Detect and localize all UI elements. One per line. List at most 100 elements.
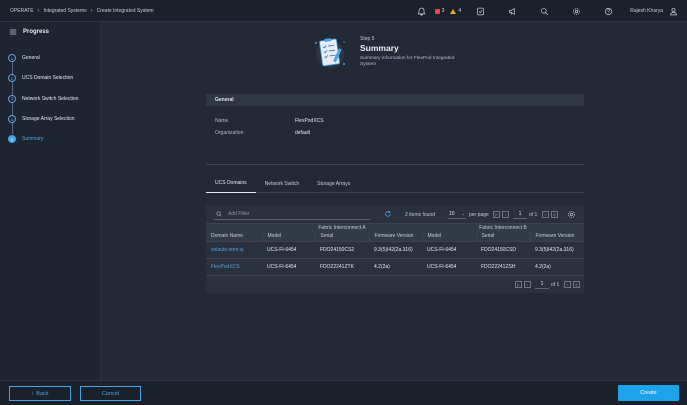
group-header-fabric-interconnect-b: Fabric Interconnect B: [422, 224, 584, 232]
back-button[interactable]: ‹ Back: [9, 386, 71, 401]
step-general[interactable]: 1 General: [0, 48, 100, 68]
alert-critical-badge[interactable]: 3: [434, 8, 444, 14]
page-number-input[interactable]: 1: [513, 210, 527, 219]
step-number: 3: [8, 94, 16, 103]
page-of-label: of 1: [551, 282, 560, 288]
next-page-button[interactable]: ›: [564, 281, 571, 288]
step-label: Storage Array Selection: [22, 116, 75, 123]
user-icon[interactable]: [667, 5, 679, 17]
column-header-domain-name[interactable]: Domain Name: [206, 224, 262, 241]
critical-alert-icon: [434, 8, 440, 14]
step-ucs-domain-selection[interactable]: 2 UCS Domain Selection: [0, 68, 100, 88]
serial-a-cell: FDO22241ZTK: [315, 257, 369, 275]
general-section-title: General: [206, 94, 584, 106]
next-page-button[interactable]: ›: [542, 211, 549, 218]
breadcrumb-create-integrated-system: Create Integrated System: [96, 7, 154, 14]
top-bar: OPERATE › Integrated Systems › Create In…: [0, 0, 687, 22]
model-a-cell: UCS-FI-6454: [262, 257, 315, 275]
search-icon[interactable]: [538, 5, 550, 17]
serial-b-cell: FDO22241ZSH: [476, 257, 530, 275]
model-a-cell: UCS-FI-6454: [262, 240, 315, 258]
chevron-right-icon: ›: [37, 7, 40, 14]
organization-value: default: [295, 130, 311, 136]
step-summary[interactable]: 5 Summary: [0, 129, 100, 149]
items-found-count: 2 items found: [405, 212, 436, 218]
column-header-firmware-a[interactable]: Firmware Version: [368, 232, 422, 241]
main-content: Step 5 Summary Summary information for F…: [101, 22, 687, 380]
user-name[interactable]: Rajesh Kharya: [630, 8, 663, 14]
step-number: 5: [8, 135, 16, 144]
name-label: Name: [215, 118, 229, 124]
progress-title: Progress: [23, 29, 50, 35]
table-toolbar: 2 items found 10 ⌄ per page |‹ ‹ 1 of 1 …: [206, 205, 584, 224]
chevron-down-icon: ⌄: [461, 211, 465, 216]
cancel-button[interactable]: Cancel: [80, 386, 141, 401]
domain-name-link[interactable]: FlexPodXCS: [206, 257, 262, 275]
general-section: General Name FlexPodXCS Organization def…: [206, 94, 584, 165]
bell-icon[interactable]: [416, 5, 428, 17]
column-header-serial-b[interactable]: Serial: [475, 232, 530, 241]
organization-label: Organization: [215, 130, 244, 136]
step-label: UCS Domain Selection: [22, 75, 74, 82]
filter-box: [214, 209, 370, 220]
step-label: General: [22, 55, 40, 62]
per-page-value: 10: [449, 211, 455, 217]
progress-sidebar: Progress 1 General 2 UCS Domain Selectio…: [0, 22, 101, 380]
column-header-serial-a[interactable]: Serial: [314, 232, 369, 241]
per-page-select[interactable]: 10 ⌄: [448, 210, 466, 219]
tab-storage-arrays[interactable]: Storage Arrays: [308, 174, 359, 193]
firmware-b-cell: 4.2(2a): [530, 257, 584, 275]
first-page-button[interactable]: |‹: [493, 211, 500, 218]
firmware-a-cell: 4.2(2a): [369, 257, 422, 275]
page-subtitle: Summary information for FlexPod Integrat…: [360, 56, 455, 67]
breadcrumb-operate[interactable]: OPERATE: [10, 8, 34, 14]
serial-a-cell: FDO24150CS2: [315, 240, 369, 258]
column-header-model-a[interactable]: Model: [261, 232, 315, 241]
step-network-switch-selection[interactable]: 3 Network Switch Selection: [0, 89, 100, 109]
breadcrumb-integrated-systems[interactable]: Integrated Systems: [44, 8, 87, 14]
tab-network-switch[interactable]: Network Switch: [256, 174, 308, 193]
wizard-footer: ‹ Back Cancel Create: [0, 380, 687, 405]
refresh-icon[interactable]: [384, 210, 392, 218]
tasks-icon[interactable]: [474, 5, 486, 17]
menu-icon[interactable]: [9, 28, 17, 36]
previous-page-button[interactable]: ‹: [502, 211, 509, 218]
step-storage-array-selection[interactable]: 4 Storage Array Selection: [0, 109, 100, 129]
model-b-cell: UCS-FI-6454: [422, 240, 476, 258]
summary-tabs: UCS Domains Network Switch Storage Array…: [206, 174, 584, 193]
chevron-right-icon: ›: [90, 7, 93, 14]
step-label: Summary: [22, 136, 44, 143]
step-label: Network Switch Selection: [22, 95, 79, 102]
create-button[interactable]: Create: [618, 385, 679, 401]
ucs-domains-table-panel: 2 items found 10 ⌄ per page |‹ ‹ 1 of 1 …: [206, 205, 584, 293]
column-header-model-b[interactable]: Model: [421, 232, 476, 241]
tab-ucs-domains[interactable]: UCS Domains: [206, 174, 256, 193]
gear-icon[interactable]: [570, 5, 582, 17]
progress-steps: 1 General 2 UCS Domain Selection 3 Netwo…: [0, 48, 100, 149]
serial-b-cell: FDO24150CSD: [476, 240, 530, 258]
page-title: Summary: [360, 43, 399, 53]
page-number-input[interactable]: 1: [535, 280, 549, 289]
announcement-icon[interactable]: [506, 5, 518, 17]
firmware-a-cell: 9.3(5)I42(2a.316): [369, 240, 422, 258]
warning-alert-icon: [450, 8, 457, 14]
last-page-button[interactable]: ›|: [573, 281, 580, 288]
table-pagination: |‹ ‹ 1 of 1 › ›|: [206, 275, 584, 292]
step-number: 1: [8, 54, 16, 63]
table-row: solauto-imm-sj UCS-FI-6454 FDO24150CS2 9…: [206, 240, 584, 258]
search-icon: [216, 211, 222, 217]
breadcrumb: OPERATE › Integrated Systems › Create In…: [0, 8, 154, 14]
group-header-fabric-interconnect-a: Fabric Interconnect A: [262, 224, 422, 232]
last-page-button[interactable]: ›|: [551, 211, 558, 218]
filter-input[interactable]: [228, 211, 358, 217]
page-of-label: of 1: [529, 212, 538, 218]
table-row: FlexPodXCS UCS-FI-6454 FDO22241ZTK 4.2(2…: [206, 257, 584, 275]
first-page-button[interactable]: |‹: [515, 281, 522, 288]
domain-name-link[interactable]: solauto-imm-sj: [206, 240, 262, 258]
column-header-firmware-b[interactable]: Firmware Version: [529, 232, 584, 241]
help-icon[interactable]: [602, 5, 614, 17]
table-settings-icon[interactable]: [567, 210, 576, 219]
previous-page-button[interactable]: ‹: [524, 281, 531, 288]
step-number: 4: [8, 115, 16, 124]
alert-warning-badge[interactable]: 4: [450, 8, 461, 14]
